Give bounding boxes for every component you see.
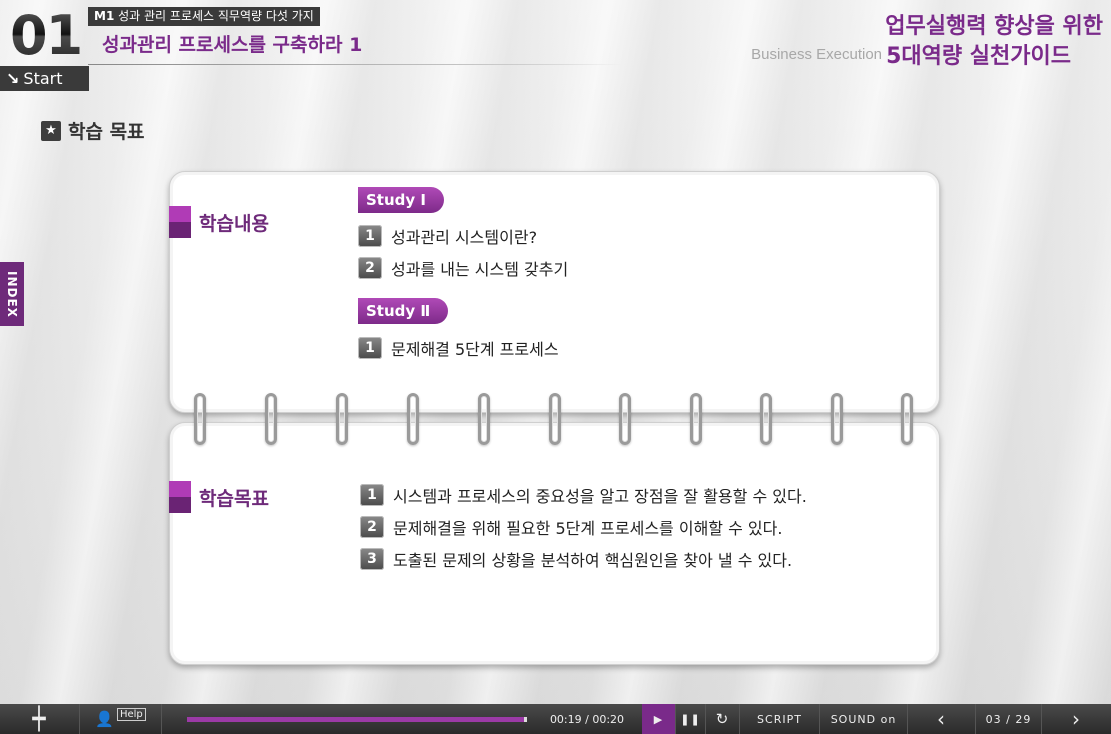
binder-ring [478,393,490,445]
learning-content-label: 학습내용 [169,206,269,238]
item-text: 도출된 문제의 상황을 분석하여 핵심원인을 찾아 낼 수 있다. [393,551,793,570]
learning-content-card [169,171,940,413]
next-page-button[interactable]: › [1042,704,1111,734]
start-label: Start [23,69,63,88]
sound-button[interactable]: SOUND on [820,704,908,734]
study-1-badge: Study Ⅰ [358,187,444,213]
binder-ring [760,393,772,445]
home-button[interactable]: ┿ [0,704,80,734]
section-heading-text: 학습 목표 [68,121,145,143]
number-badge: 1 [358,225,382,247]
study-2-item-1: 1 문제해결 5단계 프로세스 [358,336,559,360]
progress-bar[interactable] [187,717,527,722]
arrow-down-right-icon: ↘ [6,69,20,88]
goal-item-3: 3 도출된 문제의 상황을 분석하여 핵심원인을 찾아 낼 수 있다. [360,547,792,571]
study-1-item-1: 1 성과관리 시스템이란? [358,224,537,248]
binder-ring [549,393,561,445]
help-button[interactable]: 👤 Help [80,704,162,734]
pause-icon: ❚❚ [680,712,701,726]
number-badge: 3 [360,548,384,570]
sound-label: SOUND on [830,712,897,726]
user-icon: 👤 [95,710,115,728]
number-badge: 1 [360,484,384,506]
learning-goals-label: 학습목표 [169,481,269,513]
chevron-left-icon: ‹ [937,707,946,731]
number-badge: 2 [358,257,382,279]
play-button[interactable]: ▶ [642,704,676,734]
module-tag-text: 성과 관리 프로세스 직무역량 다섯 가지 [118,9,314,23]
header-divider [88,64,623,65]
learning-goals-label-text: 학습목표 [199,487,269,510]
section-heading: ★ 학습 목표 [41,117,145,144]
index-tab[interactable]: INDEX [0,262,24,326]
course-title-line1: 업무실행력 향상을 위한 [885,14,1103,39]
number-badge: 2 [360,516,384,538]
learning-goals-card [169,422,940,665]
binder-ring [407,393,419,445]
number-badge: 1 [358,337,382,359]
module-tag-code: M1 [94,9,115,23]
binder-ring [619,393,631,445]
page-indicator: 03 / 29 [976,704,1042,734]
learning-content-label-text: 학습내용 [199,212,269,235]
study-1-item-2: 2 성과를 내는 시스템 갖추기 [358,256,568,280]
page-display: 03 / 29 [985,712,1032,726]
script-label: SCRIPT [757,712,802,726]
star-icon: ★ [41,120,61,141]
binder-ring [690,393,702,445]
chapter-number: 01 [10,4,83,67]
item-text: 시스템과 프로세스의 중요성을 알고 장점을 잘 활용할 수 있다. [393,487,807,506]
item-text: 문제해결을 위해 필요한 5단계 프로세스를 이해할 수 있다. [393,519,783,538]
section-marker [169,206,191,238]
replay-button[interactable]: ↻ [706,704,740,734]
item-text: 성과를 내는 시스템 갖추기 [391,260,569,279]
goal-item-2: 2 문제해결을 위해 필요한 5단계 프로세스를 이해할 수 있다. [360,515,782,539]
goal-item-1: 1 시스템과 프로세스의 중요성을 알고 장점을 잘 활용할 수 있다. [360,483,807,507]
player-toolbar: ┿ 👤 Help 00:19 / 00:20 ▶ ❚❚ ↻ SCRIPT SOU… [0,704,1111,734]
binder-ring [831,393,843,445]
home-icon: ┿ [32,706,47,732]
binder-ring [901,393,913,445]
binder-ring [265,393,277,445]
course-title-line2: 5대역량 실천가이드 [886,44,1071,69]
binder-ring [336,393,348,445]
index-label: INDEX [5,270,19,318]
pause-button[interactable]: ❚❚ [676,704,706,734]
replay-icon: ↻ [715,710,730,728]
item-text: 문제해결 5단계 프로세스 [391,340,559,359]
item-text: 성과관리 시스템이란? [391,228,538,247]
chevron-right-icon: › [1072,707,1081,731]
section-marker [169,481,191,513]
module-tag: M1 성과 관리 프로세스 직무역량 다섯 가지 [88,7,320,26]
prev-page-button[interactable]: ‹ [908,704,976,734]
time-display: 00:19 / 00:20 [549,712,625,726]
binder-ring [194,393,206,445]
study-2-badge: Study Ⅱ [358,298,449,324]
play-icon: ▶ [653,712,664,726]
start-button[interactable]: ↘ Start [0,66,89,91]
page-title: 성과관리 프로세스를 구축하라 1 [102,34,363,56]
progress-fill [187,717,524,722]
help-label: Help [116,707,146,721]
script-button[interactable]: SCRIPT [740,704,820,734]
course-title-english: Business Execution [751,46,882,63]
